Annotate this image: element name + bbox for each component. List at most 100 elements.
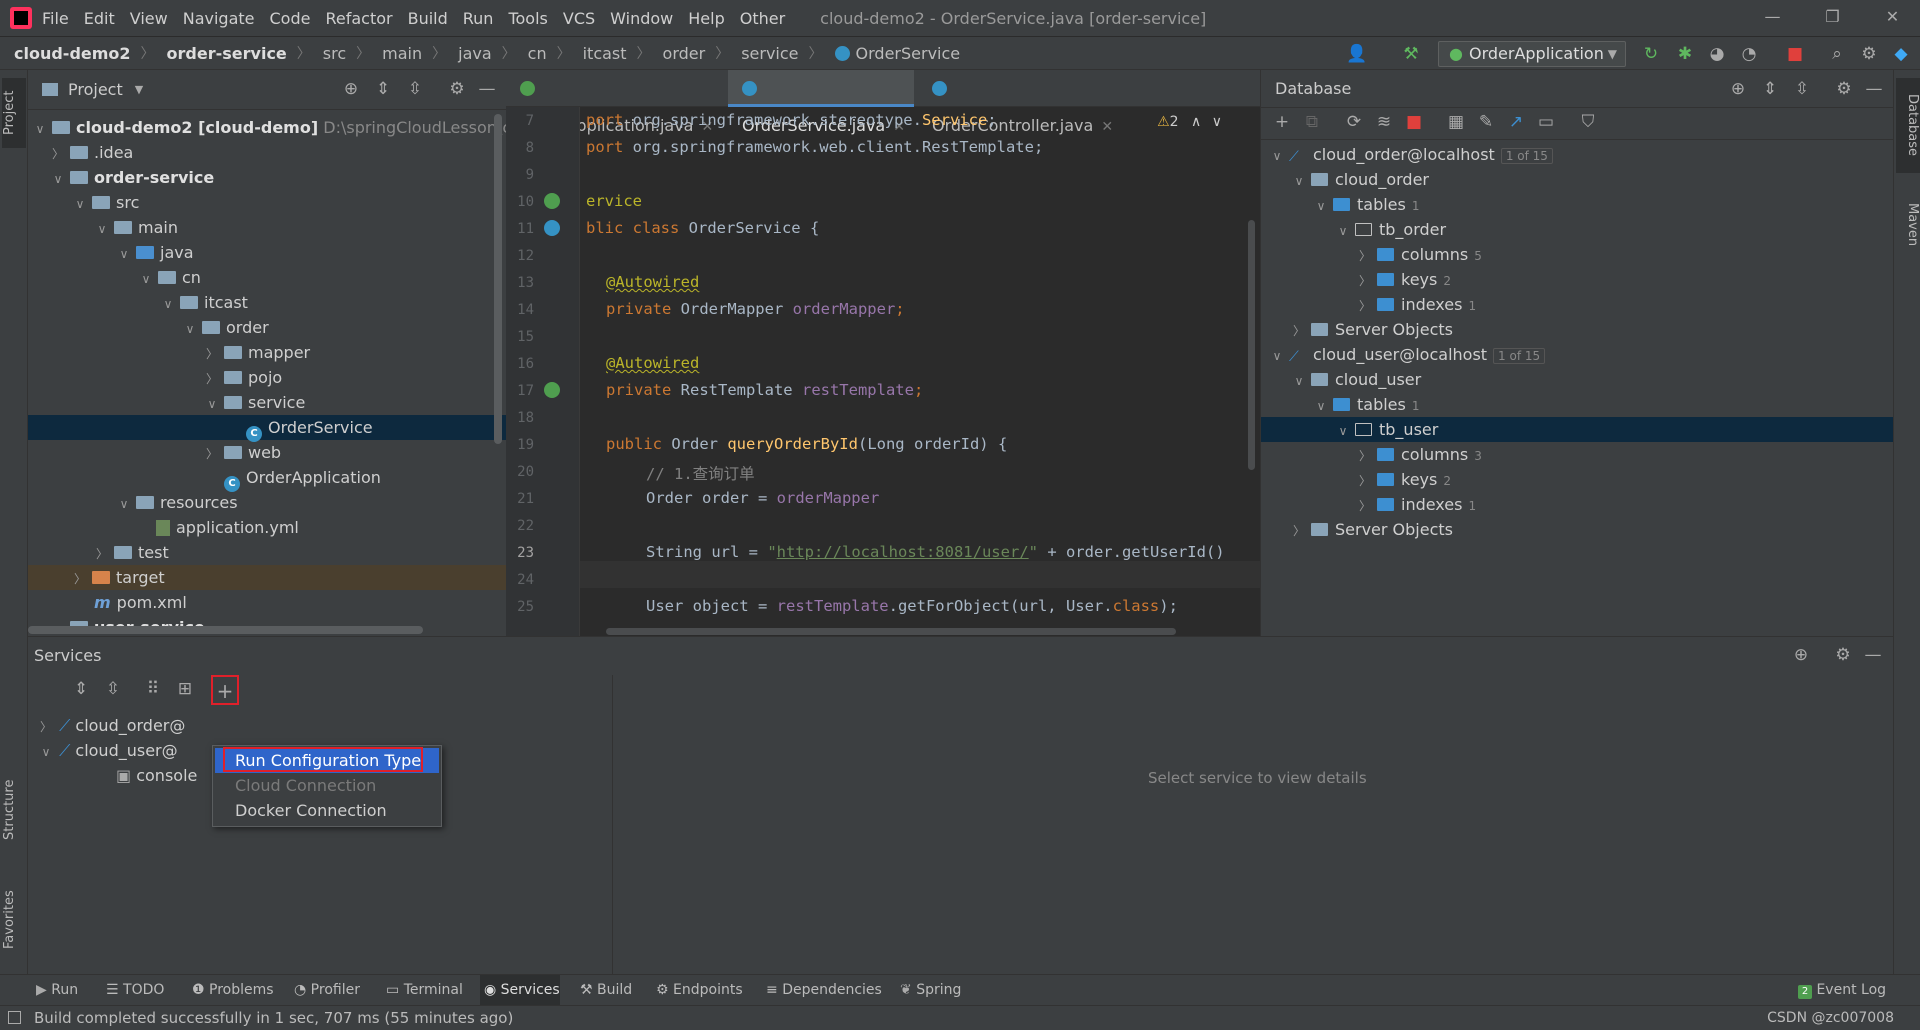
run-configuration-select[interactable]: ● OrderApplication ▼	[1438, 41, 1626, 67]
tab-orderapplication[interactable]: OrderApplication.java ✕	[506, 70, 726, 135]
hide-icon[interactable]: —	[1862, 645, 1884, 665]
settings-gear-icon[interactable]: ⚙	[446, 79, 468, 99]
project-panel-title[interactable]: Project	[68, 80, 123, 99]
code-line-10[interactable]: ervice	[586, 192, 642, 210]
tree-node-pom-xml[interactable]: m pom.xml	[28, 590, 506, 615]
settings-gear-icon[interactable]: ⚙	[1858, 43, 1880, 65]
db-tables-user[interactable]: ∨ tables 1	[1261, 392, 1893, 417]
tab-services[interactable]: ◉ Services	[480, 975, 560, 1006]
code-line-25[interactable]: User object = restTemplate.getForObject(…	[646, 597, 1178, 615]
menu-run[interactable]: Run	[463, 9, 494, 28]
service-node-cloud-order[interactable]: 〉 ⟋ cloud_order@	[38, 713, 185, 738]
tree-node-src[interactable]: ∨ src	[28, 190, 506, 215]
menu-window[interactable]: Window	[610, 9, 673, 28]
menu-vcs[interactable]: VCS	[563, 9, 595, 28]
db-server-objects-order[interactable]: 〉 Server Objects	[1261, 317, 1893, 342]
tab-endpoints[interactable]: ⚙ Endpoints	[656, 975, 752, 1006]
menu-navigate[interactable]: Navigate	[183, 9, 255, 28]
locate-icon[interactable]: ⊕	[1790, 645, 1812, 665]
tree-node-resources[interactable]: ∨ resources	[28, 490, 506, 515]
menu-file[interactable]: File	[42, 9, 69, 28]
tab-ordercontroller[interactable]: OrderController.java ✕	[918, 70, 1118, 135]
horizontal-scrollbar[interactable]	[28, 626, 423, 634]
refresh-icon[interactable]: ⟳	[1343, 112, 1365, 132]
code-line-14[interactable]: private OrderMapper orderMapper;	[606, 300, 905, 318]
collapse-all-icon[interactable]: ⇳	[404, 79, 426, 99]
minimize-icon[interactable]: —	[1745, 0, 1800, 36]
tree-node-pojo[interactable]: 〉 pojo	[28, 365, 506, 390]
close-tab-icon[interactable]: ✕	[1101, 119, 1113, 135]
autowired-gutter-icon[interactable]	[544, 382, 560, 398]
breadcrumb-project[interactable]: cloud-demo2	[14, 44, 131, 63]
spring-bean-gutter-icon[interactable]	[544, 193, 560, 209]
tree-node-orderservice[interactable]: C OrderService	[28, 415, 506, 442]
tab-database[interactable]: Database	[1896, 78, 1920, 173]
breadcrumb-java[interactable]: java	[458, 44, 492, 63]
tab-structure[interactable]: Structure	[2, 770, 26, 850]
expand-all-icon[interactable]: ⇕	[70, 679, 92, 699]
tree-node-cn[interactable]: ∨ cn	[28, 265, 506, 290]
tab-spring[interactable]: ❦ Spring	[900, 975, 970, 1006]
tree-node-itcast[interactable]: ∨ itcast	[28, 290, 506, 315]
tree-node-web[interactable]: 〉 web	[28, 440, 506, 465]
expand-all-icon[interactable]: ⇕	[372, 79, 394, 99]
user-icon[interactable]: 👤	[1346, 43, 1368, 65]
hide-icon[interactable]: —	[476, 79, 498, 99]
tree-node-service[interactable]: ∨ service	[28, 390, 506, 415]
editor-vertical-scrollbar[interactable]	[1248, 220, 1255, 470]
build-hammer-icon[interactable]: ⚒	[1400, 43, 1422, 65]
profile-icon[interactable]: ◔	[1738, 43, 1760, 65]
tree-node-idea[interactable]: 〉 .idea	[28, 140, 506, 165]
settings-gear-icon[interactable]: ⚙	[1833, 79, 1855, 99]
tab-project[interactable]: Project	[2, 78, 26, 148]
db-datasource-cloud-user[interactable]: ∨ ⟋ cloud_user@localhost 1 of 15	[1261, 342, 1893, 367]
breadcrumb-cn[interactable]: cn	[528, 44, 547, 63]
tab-todo[interactable]: ☰ TODO	[106, 975, 176, 1006]
service-node-console[interactable]: ▣ console	[116, 763, 197, 788]
tab-dependencies[interactable]: ≡ Dependencies	[766, 975, 882, 1006]
code-line-19[interactable]: public Order queryOrderById(Long orderId…	[606, 435, 1007, 453]
edit-icon[interactable]: ✎	[1475, 112, 1497, 132]
close-icon[interactable]: ✕	[1865, 0, 1920, 36]
db-schema-cloud-user[interactable]: ∨ cloud_user	[1261, 367, 1893, 392]
code-line-23[interactable]: String url = "http://localhost:8081/user…	[646, 543, 1225, 561]
breadcrumb-module[interactable]: order-service	[167, 44, 287, 63]
code-line-11[interactable]: blic class OrderService {	[586, 219, 819, 237]
tree-node-target[interactable]: 〉 target	[28, 565, 506, 590]
duplicate-icon[interactable]: ⧉	[1301, 112, 1323, 132]
stop-icon[interactable]: ■	[1403, 112, 1425, 132]
breadcrumb-service[interactable]: service	[741, 44, 798, 63]
menu-help[interactable]: Help	[688, 9, 724, 28]
expand-all-icon[interactable]: ⇕	[1759, 79, 1781, 99]
tree-node-test[interactable]: 〉 test	[28, 540, 506, 565]
tree-node-java[interactable]: ∨ java	[28, 240, 506, 265]
popup-cloud-connection[interactable]: Cloud Connection	[213, 773, 441, 798]
code-line-13[interactable]: @Autowired	[606, 273, 699, 291]
hide-icon[interactable]: —	[1863, 79, 1885, 99]
locate-icon[interactable]: ⊕	[1727, 79, 1749, 99]
db-tables-order[interactable]: ∨ tables 1	[1261, 192, 1893, 217]
group-icon[interactable]: ⠿	[142, 679, 164, 699]
jump-icon[interactable]: ↗	[1505, 112, 1527, 132]
tab-profiler[interactable]: ◔ Profiler	[294, 975, 370, 1006]
db-columns-user[interactable]: 〉 columns 3	[1261, 442, 1893, 467]
tree-node-mapper[interactable]: 〉 mapper	[28, 340, 506, 365]
menu-refactor[interactable]: Refactor	[325, 9, 392, 28]
status-layout-icon[interactable]	[8, 1011, 21, 1024]
tree-node-order-service[interactable]: ∨ order-service	[28, 165, 506, 190]
filter-icon[interactable]: ⊞	[174, 679, 196, 699]
vertical-scrollbar[interactable]	[494, 114, 502, 444]
db-server-objects-user[interactable]: 〉 Server Objects	[1261, 517, 1893, 542]
db-keys-order[interactable]: 〉 keys 2	[1261, 267, 1893, 292]
chevron-down-icon[interactable]: ▼	[135, 83, 143, 96]
code-line-8[interactable]: port org.springframework.web.client.Rest…	[586, 138, 1043, 156]
tab-problems[interactable]: ❶ Problems	[192, 975, 278, 1006]
db-table-tb-order[interactable]: ∨ tb_order	[1261, 217, 1893, 242]
db-keys-user[interactable]: 〉 keys 2	[1261, 467, 1893, 492]
filter-icon[interactable]: ⛉	[1577, 112, 1599, 132]
tab-terminal[interactable]: ▭ Terminal	[386, 975, 470, 1006]
rerun-icon[interactable]: ↻	[1640, 43, 1662, 65]
tab-orderservice[interactable]: OrderService.java ✕	[728, 70, 914, 135]
menu-view[interactable]: View	[130, 9, 168, 28]
tree-node-root[interactable]: ∨ cloud-demo2 [cloud-demo] D:\springCloud…	[28, 115, 506, 140]
